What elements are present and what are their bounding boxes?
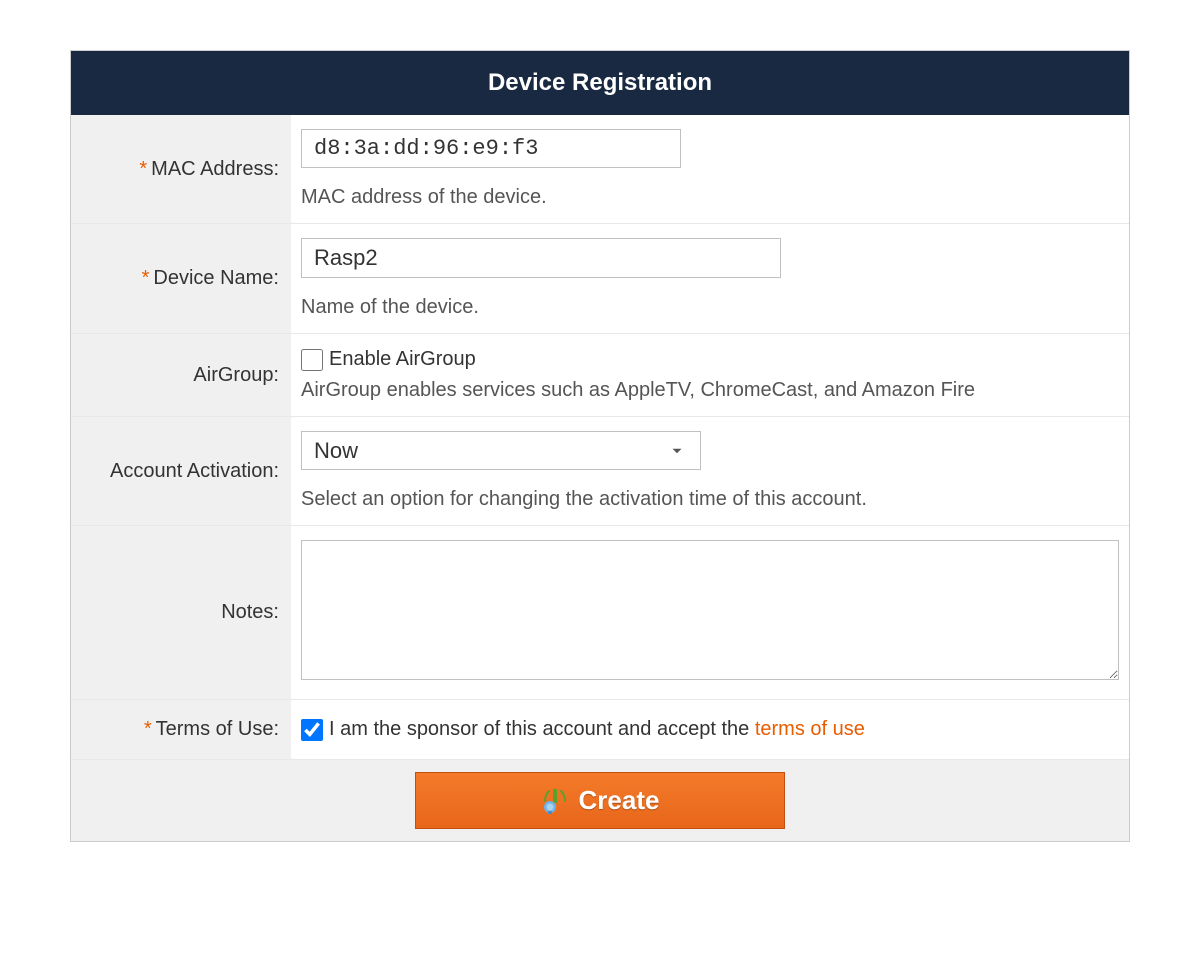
airgroup-label-cell: AirGroup: (71, 334, 291, 416)
terms-of-use-link[interactable]: terms of use (755, 718, 865, 740)
notes-label-cell: Notes: (71, 526, 291, 699)
terms-row: *Terms of Use: I am the sponsor of this … (71, 700, 1129, 760)
device-registration-form: Device Registration *MAC Address: MAC ad… (70, 50, 1130, 842)
button-row: Create (71, 760, 1129, 841)
terms-label-cell: *Terms of Use: (71, 700, 291, 759)
required-star: * (139, 158, 147, 180)
required-star: * (144, 718, 152, 740)
create-icon (541, 787, 569, 815)
airgroup-input-cell: Enable AirGroup AirGroup enables service… (291, 334, 1129, 416)
airgroup-help: AirGroup enables services such as AppleT… (301, 379, 1119, 402)
notes-row: Notes: (71, 526, 1129, 700)
notes-label: Notes: (221, 601, 279, 624)
device-name-input[interactable] (301, 238, 781, 278)
airgroup-checkbox-label: Enable AirGroup (329, 348, 476, 371)
mac-address-label-cell: *MAC Address: (71, 115, 291, 223)
notes-input-cell (291, 526, 1129, 699)
mac-address-row: *MAC Address: MAC address of the device. (71, 115, 1129, 224)
airgroup-row: AirGroup: Enable AirGroup AirGroup enabl… (71, 334, 1129, 417)
device-name-row: *Device Name: Name of the device. (71, 224, 1129, 334)
airgroup-checkbox[interactable] (301, 349, 323, 371)
terms-text: I am the sponsor of this account and acc… (329, 718, 865, 741)
form-header: Device Registration (71, 51, 1129, 115)
terms-checkbox[interactable] (301, 719, 323, 741)
required-star: * (142, 267, 150, 289)
activation-help: Select an option for changing the activa… (301, 488, 1119, 511)
terms-input-cell: I am the sponsor of this account and acc… (291, 700, 1129, 759)
create-button[interactable]: Create (415, 772, 785, 829)
mac-address-help: MAC address of the device. (301, 186, 1119, 209)
notes-textarea[interactable] (301, 540, 1119, 680)
device-name-label: Device Name: (153, 267, 279, 289)
activation-label-cell: Account Activation: (71, 417, 291, 525)
mac-address-input-cell: MAC address of the device. (291, 115, 1129, 223)
activation-input-cell: Now Select an option for changing the ac… (291, 417, 1129, 525)
activation-select[interactable]: Now (301, 431, 701, 470)
terms-text-prefix: I am the sponsor of this account and acc… (329, 718, 755, 740)
device-name-help: Name of the device. (301, 296, 1119, 319)
device-name-input-cell: Name of the device. (291, 224, 1129, 333)
activation-label: Account Activation: (110, 460, 279, 483)
form-title: Device Registration (488, 69, 712, 96)
mac-address-input[interactable] (301, 129, 681, 168)
create-button-label: Create (579, 785, 660, 816)
terms-label: Terms of Use: (156, 718, 279, 740)
activation-row: Account Activation: Now Select an option… (71, 417, 1129, 526)
mac-address-label: MAC Address: (151, 158, 279, 180)
airgroup-label: AirGroup: (193, 364, 279, 387)
device-name-label-cell: *Device Name: (71, 224, 291, 333)
